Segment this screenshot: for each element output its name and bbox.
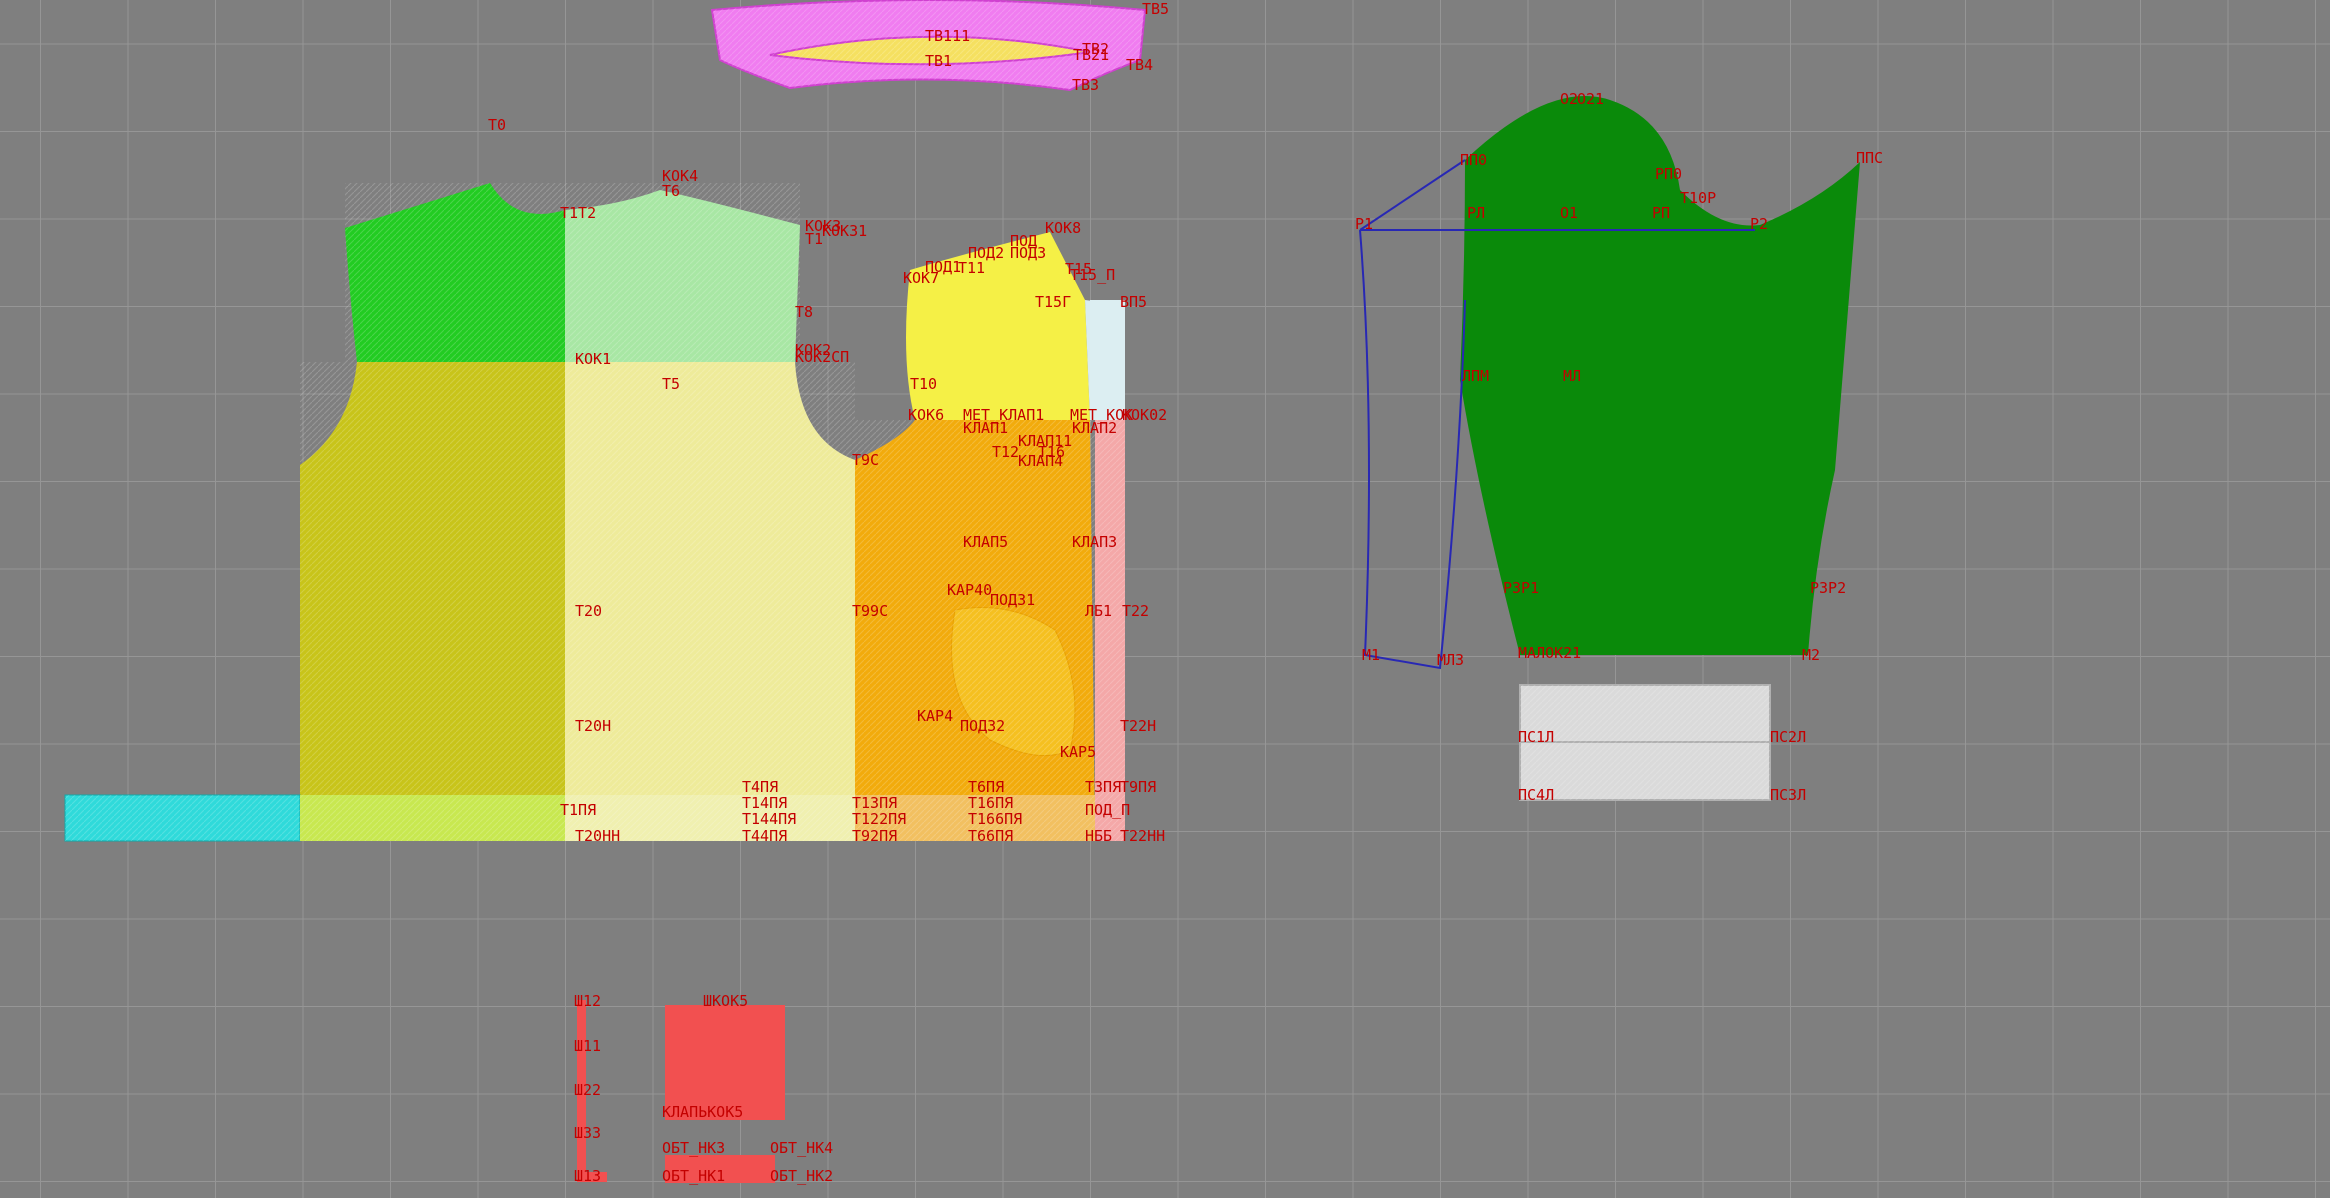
label-t66pya: Т66ПЯ	[968, 827, 1013, 845]
label-mlz: МЛЗ	[1437, 651, 1464, 669]
label-t10: Т10	[910, 375, 937, 393]
label-t6: Т6	[662, 182, 680, 200]
label-ps1l: ПС1Л	[1518, 728, 1554, 746]
label-kok2sp: КОК2СП	[795, 348, 849, 366]
label-t1t2: Т1Т2	[560, 204, 596, 222]
label-t122pya: Т122ПЯ	[852, 810, 906, 828]
label-t99c: Т99С	[852, 602, 888, 620]
label-t3pya: Т3ПЯ	[1085, 778, 1121, 796]
label-t144pya: Т144ПЯ	[742, 810, 796, 828]
label-obt-nk3: ОБТ_НК3	[662, 1139, 725, 1157]
label-sh-top: ШКОК5	[703, 992, 748, 1010]
label-sh33: Ш33	[574, 1124, 601, 1142]
label-kar40: КАР40	[947, 581, 992, 599]
label-kok7: КОК7	[903, 269, 939, 287]
label-m2: М2	[1802, 646, 1820, 664]
label-t166pya: Т166ПЯ	[968, 810, 1022, 828]
label-o21: О21	[1577, 90, 1604, 108]
label-sh13: Ш13	[574, 1167, 601, 1185]
label-sh11: Ш11	[574, 1037, 601, 1055]
label-nbb: НББ	[1085, 827, 1112, 845]
label-m1: М1	[1362, 646, 1380, 664]
label-t20: Т20	[575, 602, 602, 620]
label-kok8: КОК8	[1045, 219, 1081, 237]
label-sh22: Ш22	[574, 1081, 601, 1099]
label-t15g: Т15Г	[1035, 293, 1071, 311]
label-t1pya: Т1ПЯ	[560, 801, 596, 819]
label-r2: Р2	[1750, 215, 1768, 233]
label-kar4: КАР4	[917, 707, 953, 725]
label-t11: Т11	[958, 259, 985, 277]
label-pps: ППС	[1856, 149, 1883, 167]
label-rp0: РП0	[1655, 165, 1682, 183]
label-klap-bottom: КЛАПЬКОК5	[662, 1103, 743, 1121]
label-klap1: КЛАП1	[963, 419, 1008, 437]
label-t22: Т22	[1122, 602, 1149, 620]
label-t15p: Т15_П	[1070, 266, 1115, 284]
label-t9c: Т9С	[852, 451, 879, 469]
label-sh12: Ш12	[574, 992, 601, 1010]
label-o1: О1	[1560, 204, 1578, 222]
label-rl: РЛ	[1467, 204, 1485, 222]
label-t44pya: Т44ПЯ	[742, 827, 787, 845]
label-klap4: КЛАП4	[1018, 452, 1063, 470]
label-kar5: КАР5	[1060, 743, 1096, 761]
label-lb1: ЛБ1	[1085, 602, 1112, 620]
label-kok6: КОК6	[908, 406, 944, 424]
label-t10r: Т10Р	[1680, 189, 1716, 207]
label-klap5: КЛАП5	[963, 533, 1008, 551]
label-t8: Т8	[795, 303, 813, 321]
label-t5: Т5	[662, 375, 680, 393]
label-pod31: ПОД31	[990, 591, 1035, 609]
label-ps2l: ПС2Л	[1770, 728, 1806, 746]
label-tb5: ТВ5	[1142, 0, 1169, 18]
label-t12: Т12	[992, 443, 1019, 461]
pattern-canvas[interactable]: ТВ5 ТВ111 ТВ2 ТВ1 ТВ21 ТВ4 ТВ3 Т0 КОК4 Т…	[0, 0, 2330, 1198]
label-tb4: ТВ4	[1126, 56, 1153, 74]
label-r1: Р1	[1355, 215, 1373, 233]
label-ps3l: ПС3Л	[1770, 786, 1806, 804]
label-t20nn: Т20НН	[575, 827, 620, 845]
label-tb111: ТВ111	[925, 27, 970, 45]
label-kok31: КОК31	[822, 222, 867, 240]
label-t9pya: Т9ПЯ	[1120, 778, 1156, 796]
bodice-back-left[interactable]	[300, 183, 855, 840]
label-o2: О2	[1560, 90, 1578, 108]
label-pod32: ПОД32	[960, 717, 1005, 735]
label-t20n: Т20Н	[575, 717, 611, 735]
label-t0: Т0	[488, 116, 506, 134]
label-pp0: ПП0	[1460, 151, 1487, 169]
label-malok21: МАЛОК21	[1518, 644, 1581, 662]
label-lpm: ЛПМ	[1462, 367, 1489, 385]
label-tb1: ТВ1	[925, 52, 952, 70]
cuff-piece[interactable]	[1519, 684, 1771, 801]
label-obt-nk4: ОБТ_НК4	[770, 1139, 833, 1157]
label-obt-nk1: ОБТ_НК1	[662, 1167, 725, 1185]
label-pod3: ПОД3	[1010, 244, 1046, 262]
label-rzr2: РЗР2	[1810, 579, 1846, 597]
label-klap3: КЛАП3	[1072, 533, 1117, 551]
label-tb3: ТВ3	[1072, 76, 1099, 94]
label-rzr1: РЗР1	[1503, 579, 1539, 597]
label-obt-nk2: ОБТ_НК2	[770, 1167, 833, 1185]
label-pod-p: ПОД_П	[1085, 801, 1130, 819]
label-kok1: КОК1	[575, 350, 611, 368]
label-ps4l: ПС4Л	[1518, 786, 1554, 804]
label-tb21: ТВ21	[1073, 46, 1109, 64]
label-kok02: КОК02	[1122, 406, 1167, 424]
label-klap2: КЛАП2	[1072, 419, 1117, 437]
label-t22nn: Т22НН	[1120, 827, 1165, 845]
label-t92pya: Т92ПЯ	[852, 827, 897, 845]
label-t1: Т1	[805, 230, 823, 248]
label-rp: РП	[1652, 204, 1670, 222]
label-t22n: Т22Н	[1120, 717, 1156, 735]
label-vp5: ВП5	[1120, 293, 1147, 311]
label-ml: МЛ	[1563, 367, 1581, 385]
